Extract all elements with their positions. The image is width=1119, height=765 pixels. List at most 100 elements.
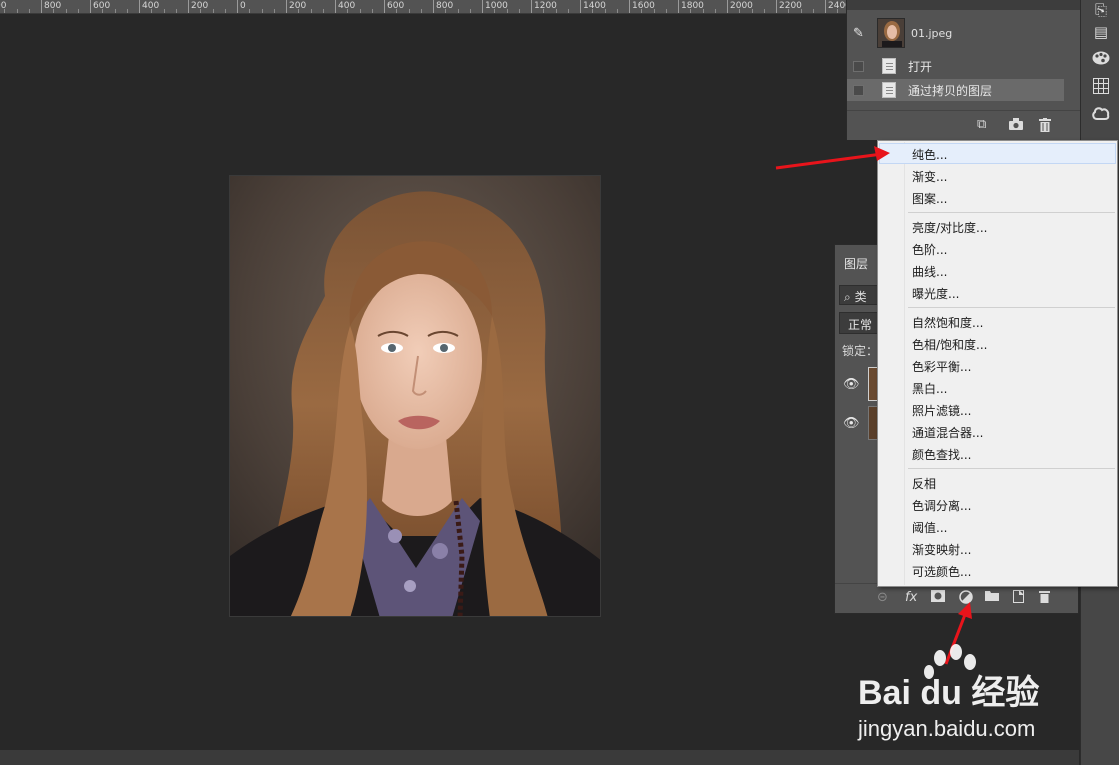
ruler-minor-tick: [494, 9, 496, 13]
ruler-label: 00: [0, 1, 7, 11]
ruler-minor-tick: [151, 9, 153, 13]
document-icon: [882, 82, 896, 98]
menu-separator: [908, 212, 1115, 213]
menu-separator: [908, 307, 1115, 308]
ruler-minor-tick: [800, 9, 802, 13]
menu-item[interactable]: 阈值...: [879, 516, 1116, 537]
ruler-minor-tick: [249, 9, 251, 13]
ruler-minor-tick: [665, 9, 667, 13]
layers-footer: ⊝ fx: [835, 583, 1080, 613]
ruler-minor-tick: [555, 9, 557, 13]
menu-item[interactable]: 渐变映射...: [879, 538, 1116, 559]
ruler-minor-tick: [212, 9, 214, 13]
history-item-layer-via-copy[interactable]: 通过拷贝的图层: [847, 79, 1064, 101]
menu-item[interactable]: 曝光度...: [879, 282, 1116, 303]
ruler-minor-tick: [359, 9, 361, 13]
history-snapshot-row[interactable]: ✎ 01.jpeg: [847, 16, 1064, 50]
ruler-minor-tick: [310, 9, 312, 13]
ruler-minor-tick: [653, 9, 655, 13]
horizontal-ruler[interactable]: 0080060040020002004006008001000120014001…: [0, 0, 846, 14]
snapshot-name: 01.jpeg: [911, 26, 953, 40]
menu-item[interactable]: 色彩平衡...: [879, 355, 1116, 376]
menu-item[interactable]: 反相: [879, 472, 1116, 493]
ruler-minor-tick: [175, 9, 177, 13]
history-item-open[interactable]: 打开: [847, 55, 1064, 77]
document-canvas[interactable]: [0, 15, 846, 750]
photoshop-window: 0080060040020002004006008001000120014001…: [0, 0, 1119, 765]
ruler-minor-tick: [16, 9, 18, 13]
ruler-minor-tick: [126, 9, 128, 13]
watermark-url: jingyan.baidu.com: [857, 716, 1035, 741]
ruler-minor-tick: [408, 9, 410, 13]
ruler-minor-tick: [224, 9, 226, 13]
tab-layers[interactable]: 图层: [835, 245, 879, 279]
menu-item[interactable]: 通道混合器...: [879, 421, 1116, 442]
link-icon[interactable]: ⊝: [877, 590, 888, 605]
menu-item[interactable]: 可选颜色...: [879, 560, 1116, 581]
new-adjustment-layer-menu: 纯色... 渐变... 图案... 亮度/对比度... 色阶... 曲线... 曝光度...…: [877, 140, 1118, 587]
ruler-minor-tick: [298, 9, 300, 13]
trash-icon[interactable]: [1039, 118, 1051, 136]
menu-item[interactable]: 自然饱和度...: [879, 311, 1116, 332]
ruler-major-tick: [727, 0, 728, 13]
ruler-minor-tick: [604, 9, 606, 13]
fx-icon[interactable]: fx: [905, 590, 917, 605]
portrait-photo: [229, 175, 601, 617]
history-checkbox[interactable]: [853, 60, 864, 72]
mask-icon[interactable]: [931, 590, 945, 606]
ruler-major-tick: [629, 0, 630, 13]
properties-icon[interactable]: ⎘: [1091, 0, 1111, 20]
ruler-minor-tick: [420, 9, 422, 13]
status-bar: [0, 750, 1079, 765]
ruler-major-tick: [825, 0, 826, 13]
menu-item[interactable]: 照片滤镜...: [879, 399, 1116, 420]
lock-label: 锁定：: [842, 344, 879, 358]
ruler-minor-tick: [163, 9, 165, 13]
menu-item[interactable]: 色相/饱和度...: [879, 333, 1116, 354]
ruler-major-tick: [433, 0, 434, 13]
ruler-minor-tick: [506, 9, 508, 13]
menu-item[interactable]: 渐变...: [879, 165, 1116, 186]
ruler-major-tick: [776, 0, 777, 13]
ruler-minor-tick: [445, 9, 447, 13]
camera-icon[interactable]: [1009, 118, 1023, 134]
eye-icon[interactable]: 👁: [843, 416, 860, 431]
ruler-minor-tick: [751, 9, 753, 13]
menu-item[interactable]: 颜色查找...: [879, 443, 1116, 464]
ruler-minor-tick: [77, 9, 79, 13]
ruler-minor-tick: [616, 9, 618, 13]
menu-item[interactable]: 曲线...: [879, 260, 1116, 281]
group-icon[interactable]: [985, 590, 999, 605]
ruler-minor-tick: [65, 9, 67, 13]
snapshot-thumbnail: [877, 18, 905, 48]
ruler-major-tick: [139, 0, 140, 13]
ruler-minor-tick: [641, 9, 643, 13]
new-layer-icon[interactable]: [1013, 590, 1024, 607]
menu-item[interactable]: 纯色...: [879, 143, 1116, 164]
menu-item[interactable]: 色阶...: [879, 238, 1116, 259]
adjustment-icon[interactable]: [959, 590, 973, 608]
menu-item[interactable]: 黑白...: [879, 377, 1116, 398]
menu-item[interactable]: 图案...: [879, 187, 1116, 208]
color-palette-icon[interactable]: [1091, 50, 1111, 70]
libraries-icon[interactable]: ▤: [1091, 22, 1111, 42]
trash-icon[interactable]: [1039, 590, 1050, 607]
swatches-grid-icon[interactable]: [1091, 78, 1111, 98]
history-panel-tabs[interactable]: [847, 0, 1080, 10]
ruler-label: 1600: [632, 1, 655, 11]
new-document-from-state-icon[interactable]: ⧉: [977, 118, 986, 132]
history-checkbox[interactable]: [853, 84, 864, 96]
ruler-minor-tick: [102, 9, 104, 13]
ruler-minor-tick: [518, 9, 520, 13]
eye-icon[interactable]: 👁: [843, 377, 860, 392]
ruler-minor-tick: [714, 9, 716, 13]
ruler-label: 0: [240, 1, 246, 11]
ruler-major-tick: [531, 0, 532, 13]
baidu-jingyan-watermark: Bai du 经验 jingyan.baidu.com: [856, 640, 1066, 750]
creative-cloud-icon[interactable]: [1091, 106, 1111, 126]
menu-item[interactable]: 亮度/对比度...: [879, 216, 1116, 237]
ruler-minor-tick: [469, 9, 471, 13]
menu-item[interactable]: 色调分离...: [879, 494, 1116, 515]
history-brush-icon[interactable]: ✎: [853, 26, 867, 41]
ruler-minor-tick: [702, 9, 704, 13]
